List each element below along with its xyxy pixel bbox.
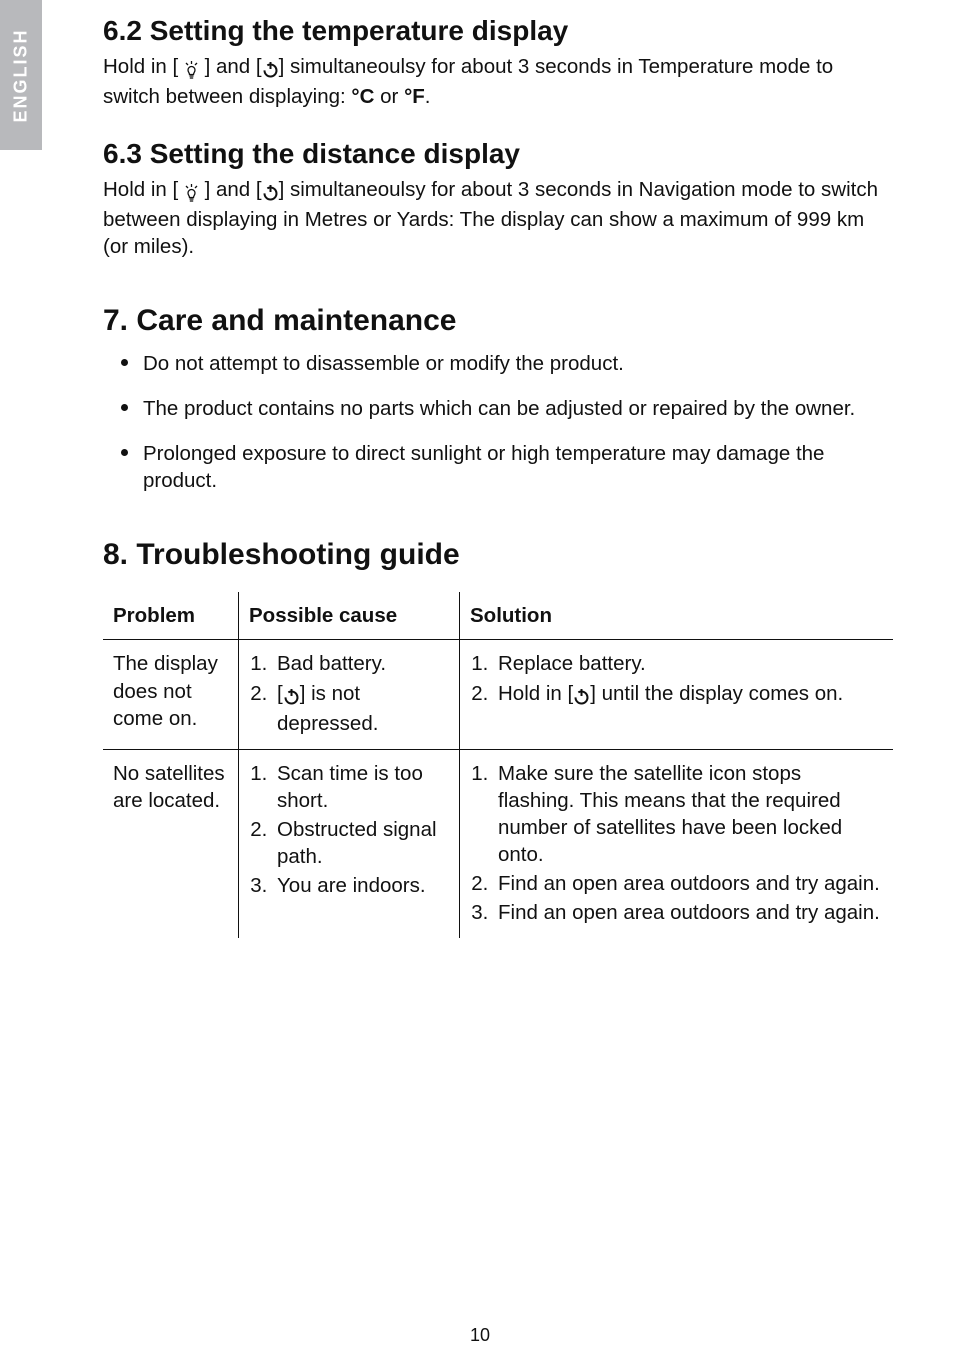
page-number: 10 [0,1325,960,1346]
backlight-icon [184,179,199,206]
table-header-row: Problem Possible cause Solution [103,592,893,640]
cell-cause: Bad battery. [] is not depressed. [239,640,460,749]
language-side-tab: ENGLISH [0,0,42,150]
unit-celsius: °C [351,85,374,108]
cause-item: [] is not depressed. [273,680,449,737]
cause-item: Scan time is too short. [273,760,449,814]
list-item: The product contains no parts which can … [103,395,893,422]
list-item: Prolonged exposure to direct sunlight or… [103,440,893,494]
cell-problem: The display does not come on. [103,640,239,749]
backlight-icon [184,56,199,83]
cell-cause: Scan time is too short. Obstructed signa… [239,749,460,938]
cause-item: You are indoors. [273,872,449,899]
table-row: The display does not come on. Bad batter… [103,640,893,749]
power-icon [262,56,279,83]
cause-item: Bad battery. [273,650,449,677]
power-icon [283,683,300,710]
care-list: Do not attempt to disassemble or modify … [103,350,893,494]
heading-7: 7. Care and maintenance [103,304,893,338]
troubleshooting-table: Problem Possible cause Solution The disp… [103,592,893,937]
language-label: ENGLISH [11,28,32,122]
solution-item: Find an open area outdoors and try again… [494,870,883,897]
col-header-problem: Problem [103,592,239,640]
solution-item: Find an open area outdoors and try again… [494,899,883,926]
unit-fahrenheit: °F [404,85,425,108]
text-fragment: or [374,85,404,108]
heading-8: 8. Troubleshooting guide [103,538,893,572]
solution-item: Hold in [ ] until the display comes on. [494,680,883,710]
text-fragment: ] until the display comes on. [590,682,843,705]
text-fragment: ] and [ [199,55,262,78]
cause-item: Obstructed signal path. [273,816,449,870]
list-item: Do not attempt to disassemble or modify … [103,350,893,377]
solution-item: Replace battery. [494,650,883,677]
text-fragment: . [425,85,431,108]
text-fragment: Hold in [ [103,178,184,201]
paragraph-6-3: Hold in [ ] and [] simultaneoulsy for ab… [103,176,893,260]
heading-6-2: 6.2 Setting the temperature display [103,15,893,47]
heading-6-3: 6.3 Setting the distance display [103,138,893,170]
page-content: 6.2 Setting the temperature display Hold… [103,15,893,938]
paragraph-6-2: Hold in [ ] and [] simultaneoulsy for ab… [103,53,893,110]
text-fragment: Hold in [ [498,682,573,705]
power-icon [262,179,279,206]
col-header-solution: Solution [460,592,894,640]
table-row: No satellites are located. Scan time is … [103,749,893,938]
solution-item: Make sure the satellite icon stops flash… [494,760,883,868]
text-fragment: ] and [ [199,178,262,201]
cell-solution: Make sure the satellite icon stops flash… [460,749,894,938]
power-icon [573,683,590,710]
col-header-cause: Possible cause [239,592,460,640]
cell-solution: Replace battery. Hold in [ ] until the di… [460,640,894,749]
cell-problem: No satellites are located. [103,749,239,938]
text-fragment: Hold in [ [103,55,184,78]
